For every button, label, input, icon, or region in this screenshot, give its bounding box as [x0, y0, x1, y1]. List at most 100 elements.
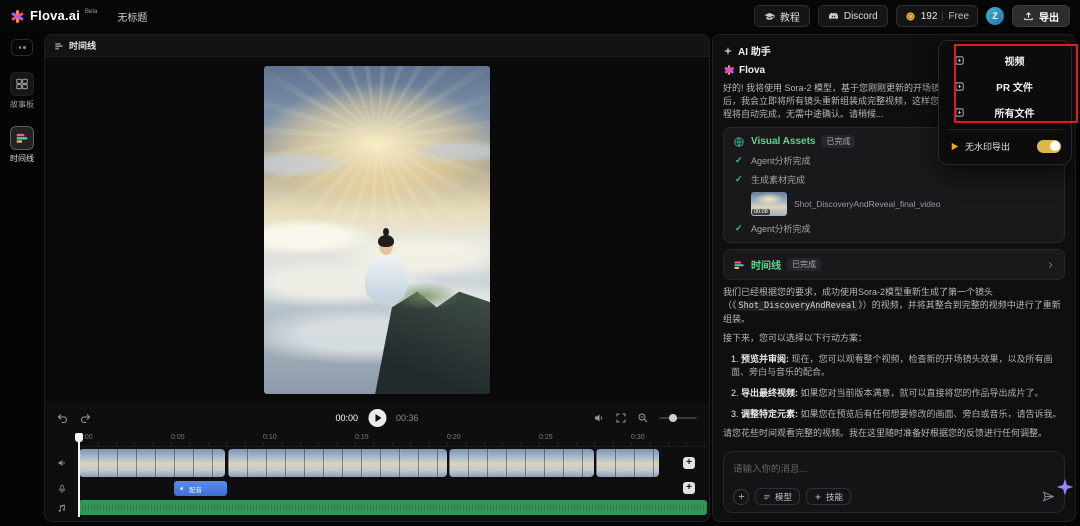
playhead[interactable]: [78, 433, 80, 517]
export-option-video[interactable]: 视频: [945, 47, 1065, 73]
expand-icon: [615, 412, 627, 424]
export-button[interactable]: 导出: [1012, 5, 1070, 27]
ruler-label: 0:30: [631, 434, 645, 441]
flova-logo-icon: [10, 9, 25, 24]
asset-duration-badge: 00:08: [752, 209, 770, 215]
volume-button[interactable]: [593, 412, 605, 424]
timeline-area: 0:00 0:05 0:10 0:15 0:20 0:25 0:30 +: [45, 433, 709, 521]
ruler-label: 0:25: [539, 434, 553, 441]
left-rail: 故事板 时间线: [0, 32, 44, 526]
brand-flame-icon: [949, 141, 960, 152]
discord-button[interactable]: Discord: [818, 5, 888, 27]
sidebar-item-timeline[interactable]: 时间线: [10, 126, 34, 164]
chevron-right-icon: [1045, 260, 1055, 270]
redo-button[interactable]: [79, 412, 91, 424]
ruler-label: 0:15: [355, 434, 369, 441]
expand-card-button[interactable]: [1045, 260, 1055, 270]
storyboard-icon: [15, 77, 29, 91]
export-option-label: 视频: [973, 53, 1056, 68]
watermark-label: 无水印导出: [965, 140, 1010, 153]
toggle-knob: [1050, 141, 1060, 151]
model-selector[interactable]: 模型: [755, 488, 800, 505]
redo-icon: [79, 412, 91, 424]
video-preview[interactable]: [264, 66, 490, 394]
generated-asset-row[interactable]: 00:08 Shot_DiscoveryAndReveal_final_vide…: [751, 192, 1055, 216]
video-clip-1[interactable]: [79, 449, 225, 477]
music-clip[interactable]: [79, 500, 707, 515]
message-input[interactable]: [733, 464, 1055, 475]
storyboard-label: 故事板: [10, 99, 34, 110]
fullscreen-button[interactable]: [615, 412, 627, 424]
export-dropdown: 视频 PR 文件 所有文件 无水印导出: [938, 40, 1072, 165]
skill-selector[interactable]: 技能: [806, 488, 851, 505]
add-voice-clip-button[interactable]: +: [683, 482, 695, 494]
assistant-title: AI 助手: [738, 43, 771, 58]
total-time: 00:36: [396, 413, 419, 423]
play-button[interactable]: [368, 409, 386, 427]
speaker-icon: [57, 458, 67, 468]
timeline-zoom-slider[interactable]: [659, 417, 697, 419]
app-logo[interactable]: Flova.ai Beta: [10, 8, 97, 24]
music-note-icon: [57, 503, 67, 513]
model-icon: [763, 493, 771, 501]
transport-controls: 00:00 00:36: [335, 409, 418, 427]
collapse-panel-button[interactable]: [11, 39, 33, 56]
video-track-audio-button[interactable]: [57, 458, 67, 468]
export-option-all-files[interactable]: 所有文件: [945, 99, 1065, 125]
track-icon-column: [45, 433, 77, 521]
preview-tools: [593, 412, 697, 424]
microphone-icon: [57, 484, 67, 494]
zoom-slider-knob[interactable]: [669, 414, 677, 422]
watermark-toggle[interactable]: [1037, 140, 1061, 153]
preview-stage: [45, 57, 709, 403]
send-button[interactable]: [1042, 490, 1055, 503]
timeline-ruler[interactable]: 0:00 0:05 0:10 0:15 0:20 0:25 0:30: [79, 433, 705, 447]
step-row: ✓ 生成素材完成: [733, 173, 1055, 186]
timeline-task-card[interactable]: 时间线 已完成: [723, 249, 1065, 280]
timeline-card-header[interactable]: 时间线 已完成: [733, 257, 1055, 272]
beta-tag: Beta: [85, 9, 97, 15]
top-bar-actions: 教程 Discord 192 Free Z 导出: [754, 5, 1070, 27]
skill-chip-label: 技能: [826, 491, 843, 503]
sidebar-item-storyboard[interactable]: 故事板: [10, 72, 34, 110]
flova-logo-icon: [723, 65, 734, 76]
download-file-icon: [954, 81, 965, 92]
collapse-panel-icon: [23, 46, 26, 49]
zoom-out-button[interactable]: [637, 412, 649, 424]
video-clip-3[interactable]: [449, 449, 594, 477]
music-track-mute-button[interactable]: [57, 503, 67, 513]
video-track: +: [79, 449, 703, 477]
undo-button[interactable]: [57, 412, 69, 424]
model-chip-label: 模型: [775, 491, 792, 503]
timeline-icon: [15, 131, 29, 145]
add-video-clip-button[interactable]: +: [683, 457, 695, 469]
message-composer: 模型 技能: [723, 451, 1065, 513]
export-option-pr-file[interactable]: PR 文件: [945, 73, 1065, 99]
ruler-label: 0:10: [263, 434, 277, 441]
shot-name-code: Shot_DiscoveryAndReveal: [737, 301, 859, 311]
playback-controls: 00:00 00:36: [45, 403, 709, 433]
tab-timeline[interactable]: 时间线: [69, 39, 96, 52]
editor-panel: 时间线 00:00 00:36: [44, 34, 710, 522]
sparkle-icon: [814, 493, 822, 501]
credits-badge[interactable]: 192 Free: [896, 5, 978, 27]
asset-thumbnail[interactable]: 00:08: [751, 192, 787, 216]
tutorial-button[interactable]: 教程: [754, 5, 810, 27]
play-icon: [375, 414, 381, 422]
speaker-icon: [179, 485, 186, 492]
user-avatar[interactable]: Z: [986, 7, 1004, 25]
step-row: ✓ Agent分析完成: [733, 222, 1055, 235]
undo-icon: [57, 412, 69, 424]
discord-icon: [828, 11, 839, 22]
video-clip-2[interactable]: [228, 449, 447, 477]
voice-track-mute-button[interactable]: [57, 484, 67, 494]
meditating-figure-art: [361, 233, 411, 302]
editor-tab-bar: 时间线: [45, 35, 709, 57]
step-label: Agent分析完成: [751, 154, 811, 167]
credits-divider: [942, 11, 943, 21]
export-label: 导出: [1039, 9, 1059, 24]
document-title[interactable]: 无标题: [117, 9, 147, 24]
voiceover-clip[interactable]: 配音: [174, 481, 227, 496]
video-clip-4[interactable]: [596, 449, 659, 477]
attach-button[interactable]: [733, 489, 749, 505]
